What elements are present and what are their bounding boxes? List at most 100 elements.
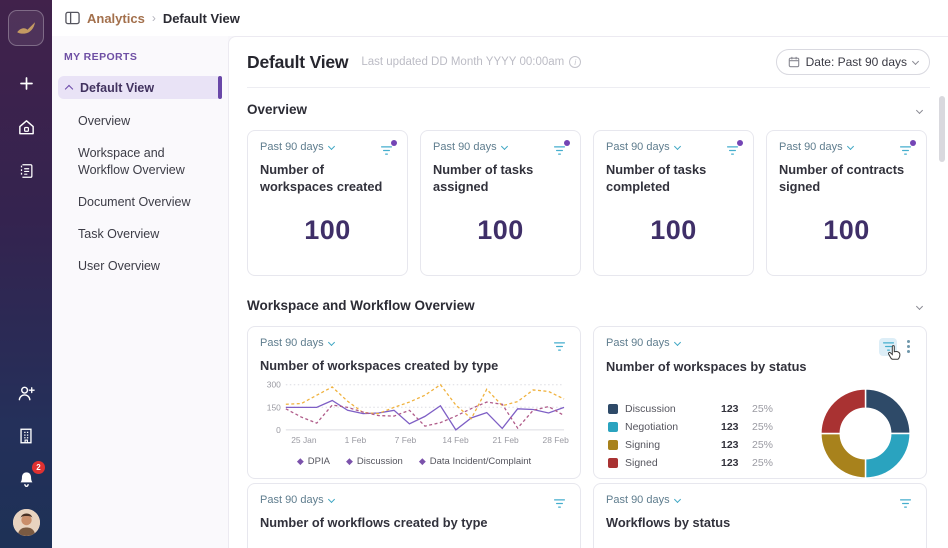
reports-sidebar: MY REPORTS Default View Overview Workspa…: [52, 36, 228, 548]
home-button[interactable]: [13, 114, 39, 140]
app-logo[interactable]: [8, 10, 44, 46]
filter-icon: [553, 340, 566, 353]
stat-card-workspaces-created: Past 90 days Number of workspaces create…: [247, 130, 408, 276]
legend-item[interactable]: Signed 123 25%: [608, 457, 773, 469]
reports-button[interactable]: [13, 158, 39, 184]
workspaces-donut-chart: [817, 385, 914, 487]
svg-text:1 Feb: 1 Feb: [345, 435, 367, 445]
filter-icon: [553, 144, 566, 157]
more-options-button[interactable]: [903, 337, 914, 356]
info-icon[interactable]: i: [569, 56, 581, 68]
donut-chart-title: Number of workspaces by status: [606, 358, 914, 375]
svg-text:150: 150: [267, 403, 281, 413]
svg-text:300: 300: [267, 380, 281, 390]
diamond-icon: ◆: [419, 456, 426, 466]
filter-icon: [380, 144, 393, 157]
filter-button[interactable]: [879, 338, 897, 356]
sidebar-item-document-overview[interactable]: Document Overview: [52, 186, 228, 218]
plus-icon: [19, 76, 34, 91]
period-dropdown[interactable]: Past 90 days: [606, 494, 680, 506]
filter-button[interactable]: [550, 337, 568, 355]
legend-item[interactable]: Discussion 123 25%: [608, 403, 773, 415]
notification-badge: 2: [32, 461, 45, 474]
section-overview-title: Overview: [247, 102, 307, 117]
sidebar-item-user-overview[interactable]: User Overview: [52, 250, 228, 282]
section-overview-collapse-button[interactable]: [909, 96, 930, 122]
filter-icon: [553, 497, 566, 510]
line-chart-legend: ◆DPIA ◆Discussion ◆Data Incident/Complai…: [260, 456, 568, 467]
period-dropdown[interactable]: Past 90 days: [606, 337, 680, 349]
donut-chart-card: Past 90 days Number of workspaces by sta…: [593, 326, 927, 479]
filter-button[interactable]: [723, 141, 741, 159]
avatar-photo: [13, 509, 40, 536]
calendar-icon: [788, 56, 800, 68]
filter-active-dot: [564, 140, 570, 146]
legend-item[interactable]: ◆Data Incident/Complaint: [419, 456, 531, 467]
legend-item[interactable]: ◆Discussion: [346, 456, 403, 467]
filter-active-dot: [391, 140, 397, 146]
filter-active-dot: [737, 140, 743, 146]
scrollbar-thumb[interactable]: [939, 96, 945, 162]
active-indicator: [218, 76, 222, 99]
svg-text:7 Feb: 7 Feb: [395, 435, 417, 445]
chevron-down-icon: [912, 57, 919, 64]
legend-item[interactable]: Signing 123 25%: [608, 439, 773, 451]
period-dropdown[interactable]: Past 90 days: [433, 141, 507, 153]
workflows-by-type-card: Past 90 days Number of workflows created…: [247, 483, 581, 548]
filter-button[interactable]: [377, 141, 395, 159]
sidebar-header: MY REPORTS: [64, 51, 228, 63]
notifications-button[interactable]: 2: [13, 466, 39, 492]
chevron-down-icon: [674, 495, 681, 502]
top-bar: Analytics › Default View: [52, 0, 948, 36]
invite-user-button[interactable]: [13, 380, 39, 406]
period-dropdown[interactable]: Past 90 days: [260, 494, 334, 506]
stat-card-row: Past 90 days Number of workspaces create…: [247, 130, 930, 276]
stat-card-title: Number of contracts signed: [779, 161, 914, 196]
sidebar-toggle-icon[interactable]: [65, 11, 80, 25]
line-chart-card: Past 90 days Number of workspaces create…: [247, 326, 581, 479]
stat-card-contracts-signed: Past 90 days Number of contracts signed …: [766, 130, 927, 276]
app-rail: 2: [0, 0, 52, 548]
diamond-icon: ◆: [346, 456, 353, 466]
stat-card-value: 100: [433, 215, 568, 246]
filter-button[interactable]: [896, 141, 914, 159]
filter-button[interactable]: [550, 141, 568, 159]
stat-card-value: 100: [260, 215, 395, 246]
filter-icon: [882, 340, 895, 353]
user-avatar[interactable]: [13, 509, 40, 536]
section-overview-header: Overview: [247, 88, 930, 130]
legend-item[interactable]: ◆DPIA: [297, 456, 330, 467]
chevron-down-icon: [328, 495, 335, 502]
filter-button[interactable]: [550, 494, 568, 512]
stat-card-tasks-assigned: Past 90 days Number of tasks assigned 10…: [420, 130, 581, 276]
period-dropdown[interactable]: Past 90 days: [779, 141, 853, 153]
svg-text:14 Feb: 14 Feb: [442, 435, 469, 445]
filter-button[interactable]: [896, 494, 914, 512]
section-workspace-workflow-header: Workspace and Workflow Overview: [247, 284, 930, 326]
organization-button[interactable]: [13, 423, 39, 449]
period-dropdown[interactable]: Past 90 days: [606, 141, 680, 153]
period-dropdown[interactable]: Past 90 days: [260, 337, 334, 349]
sidebar-item-default-view[interactable]: Default View: [58, 76, 222, 99]
filter-active-dot: [910, 140, 916, 146]
stat-card-title: Number of workspaces created: [260, 161, 395, 196]
breadcrumb-analytics[interactable]: Analytics: [87, 11, 145, 26]
workflows-by-status-card: Past 90 days Workflows by status: [593, 483, 927, 548]
svg-text:21 Feb: 21 Feb: [492, 435, 519, 445]
section-workspace-workflow-title: Workspace and Workflow Overview: [247, 298, 475, 313]
bottom-card-row: Past 90 days Number of workflows created…: [247, 483, 930, 548]
sidebar-item-workspace-workflow-overview[interactable]: Workspace and Workflow Overview: [52, 137, 212, 186]
card-title: Workflows by status: [606, 514, 914, 531]
last-updated-text: Last updated DD Month YYYY 00:00am: [361, 56, 564, 68]
section-workspace-collapse-button[interactable]: [909, 292, 930, 318]
sidebar-parent-label: Default View: [80, 81, 154, 95]
add-new-button[interactable]: [13, 70, 39, 96]
chevron-down-icon: [501, 142, 508, 149]
period-dropdown[interactable]: Past 90 days: [260, 141, 334, 153]
sidebar-item-overview[interactable]: Overview: [52, 105, 228, 137]
legend-item[interactable]: Negotiation 123 25%: [608, 421, 773, 433]
workspaces-line-chart: 015030025 Jan1 Feb7 Feb14 Feb21 Feb28 Fe…: [260, 378, 570, 448]
date-filter-button[interactable]: Date: Past 90 days: [776, 49, 930, 75]
sidebar-item-task-overview[interactable]: Task Overview: [52, 218, 228, 250]
bird-logo-icon: [14, 16, 38, 40]
